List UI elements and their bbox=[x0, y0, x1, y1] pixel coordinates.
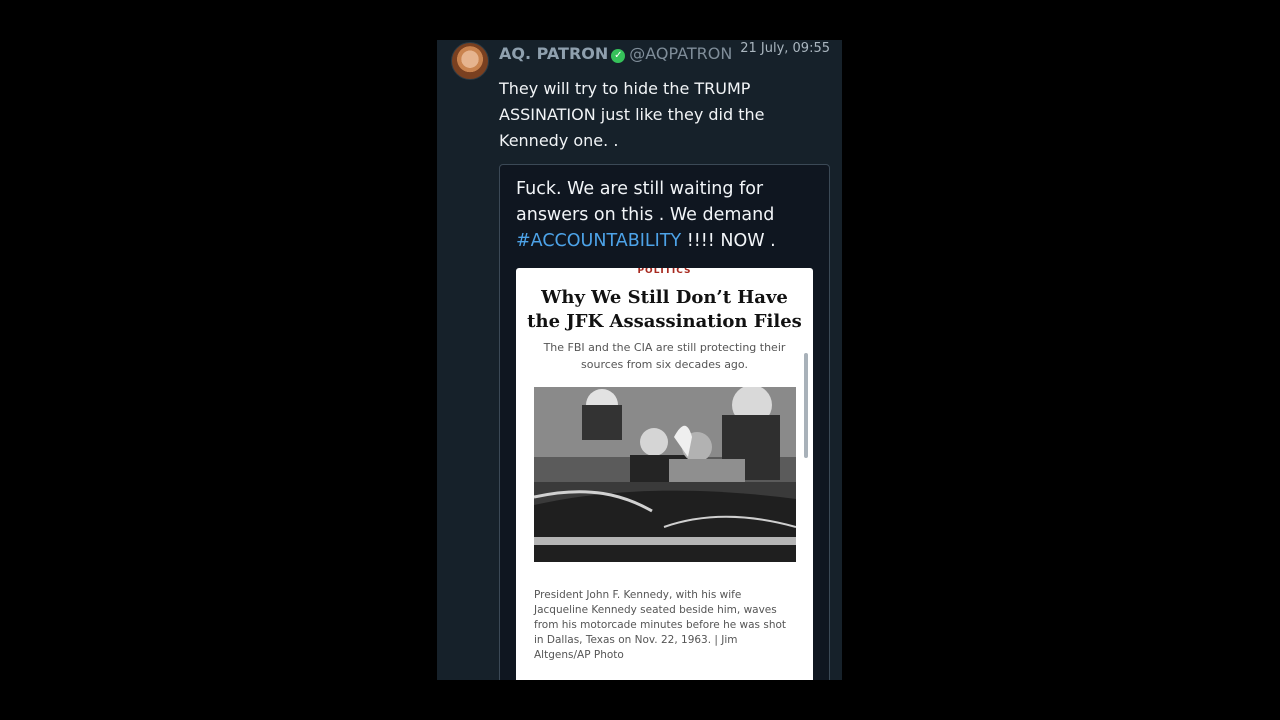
quoted-post-text: Fuck. We are still waiting for answers o… bbox=[516, 176, 816, 254]
photo-caption: President John F. Kennedy, with his wife… bbox=[534, 589, 787, 661]
quoted-text-after-hashtag: !!!! NOW . bbox=[681, 231, 776, 251]
post-text: They will try to hide the TRUMP ASSINATI… bbox=[499, 79, 765, 150]
quoted-post[interactable]: Fuck. We are still waiting for answers o… bbox=[499, 164, 830, 680]
quoted-text-before-hashtag: Fuck. We are still waiting for answers o… bbox=[516, 179, 775, 225]
article-photo bbox=[534, 387, 796, 562]
hashtag-link[interactable]: #ACCOUNTABILITY bbox=[516, 231, 681, 251]
author-name[interactable]: AQ. PATRON bbox=[499, 44, 608, 63]
post-panel: AQ. PATRON ✓ @AQPATRON 21 July, 09:55 They… bbox=[437, 40, 842, 680]
post-timestamp: 21 July, 09:55 bbox=[740, 41, 830, 56]
author-handle[interactable]: @AQPATRON bbox=[629, 44, 732, 63]
article-subheadline: The FBI and the CIA are still protecting… bbox=[543, 341, 786, 371]
motorcade-photo bbox=[534, 387, 796, 562]
author-avatar[interactable] bbox=[451, 42, 489, 80]
article-scrollbar[interactable] bbox=[804, 353, 808, 458]
article-headline: Why We Still Don’t Have the JFK Assassin… bbox=[527, 287, 802, 332]
article-category: POLITICS bbox=[637, 268, 692, 276]
article-screenshot[interactable]: POLITICS Why We Still Don’t Have the JFK… bbox=[516, 268, 813, 680]
verified-badge-icon: ✓ bbox=[611, 49, 626, 63]
